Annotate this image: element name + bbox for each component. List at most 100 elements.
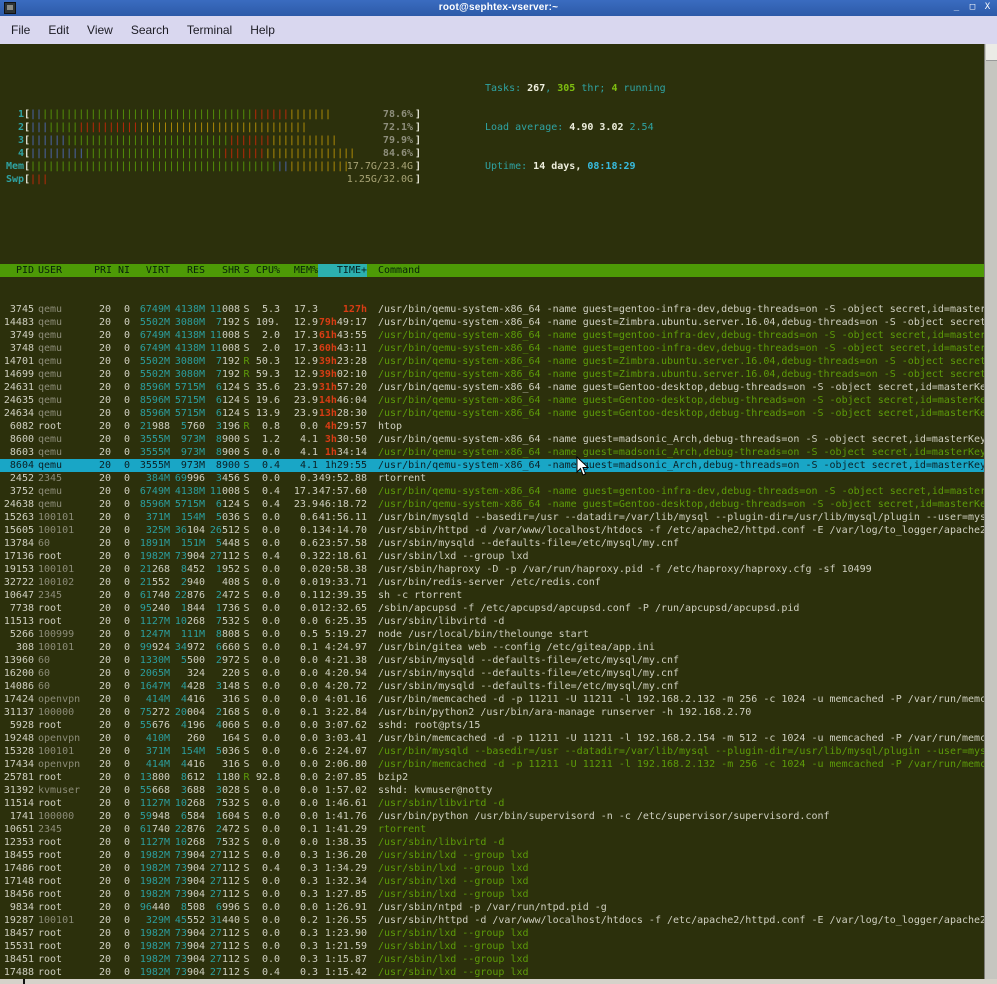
- scrollbar-thumb[interactable]: [986, 44, 997, 61]
- column-header-mem[interactable]: MEM%: [280, 264, 318, 277]
- cell-pid: 12353: [0, 836, 34, 849]
- process-row[interactable]: 10651234520061740228762472S0.00.11:41.29…: [0, 823, 997, 836]
- column-header-ni[interactable]: NI: [111, 264, 130, 277]
- process-row[interactable]: 32722100102200215522940408S0.00.019:33.7…: [0, 576, 997, 589]
- process-row[interactable]: 15531root2001982M7390427112S0.00.31:21.5…: [0, 940, 997, 953]
- column-header-res[interactable]: RES: [170, 264, 205, 277]
- cell-time: 13h28:30: [318, 407, 367, 420]
- process-row[interactable]: 8604qemu2003555M973M8900S0.44.11h29:55/u…: [0, 459, 997, 472]
- process-row[interactable]: 14483qemu2005502M3080M7192S109.12.979h49…: [0, 316, 997, 329]
- cell-res: 73904: [170, 953, 205, 966]
- process-row[interactable]: 18457root2001982M7390427112S0.00.31:23.9…: [0, 927, 997, 940]
- process-row[interactable]: 17486root2001982M7390427112S0.40.31:34.2…: [0, 862, 997, 875]
- column-header-pri[interactable]: PRI: [94, 264, 111, 277]
- cell-pri: 20: [94, 498, 111, 511]
- process-row[interactable]: 10647234520061740228762472S0.00.112:39.3…: [0, 589, 997, 602]
- menu-edit[interactable]: Edit: [39, 20, 78, 40]
- process-row[interactable]: 14701qemu2005502M3080M7192R50.312.939h23…: [0, 355, 997, 368]
- process-row[interactable]: 13960602001330M55002972S0.00.04:21.38/us…: [0, 654, 997, 667]
- cell-shr: 5448: [205, 537, 240, 550]
- process-row[interactable]: 15263100101200371M154M5036S0.00.641:56.1…: [0, 511, 997, 524]
- cell-ni: 0: [111, 407, 130, 420]
- process-row[interactable]: 191531001012002126884521952S0.00.020:58.…: [0, 563, 997, 576]
- process-row[interactable]: 17136root2001982M7390427112S0.40.322:18.…: [0, 550, 997, 563]
- menu-terminal[interactable]: Terminal: [178, 20, 241, 40]
- process-row[interactable]: 18456root2001982M7390427112S0.00.31:27.8…: [0, 888, 997, 901]
- process-row[interactable]: 13784602001891M151M5448S0.00.623:57.58/u…: [0, 537, 997, 550]
- process-row[interactable]: 19287100101200329M4555231440S0.00.21:26.…: [0, 914, 997, 927]
- cell-command: /sbin/apcupsd -f /etc/apcupsd/apcupsd.co…: [378, 602, 997, 615]
- process-row[interactable]: 3752qemu2006749M4138M11008S0.417.347:57.…: [0, 485, 997, 498]
- menu-search[interactable]: Search: [122, 20, 178, 40]
- column-header-time[interactable]: TIME+: [318, 264, 367, 277]
- column-header-user[interactable]: USER: [38, 264, 94, 277]
- cell-time: 127h: [318, 303, 367, 316]
- column-header-virt[interactable]: VIRT: [130, 264, 170, 277]
- process-row[interactable]: 24634qemu2008596M5715M6124S13.923.913h28…: [0, 407, 997, 420]
- process-row[interactable]: 16200602002065M324220S0.00.04:20.94/usr/…: [0, 667, 997, 680]
- terminal-scrollbar[interactable]: [984, 44, 997, 984]
- cell-command: /usr/bin/python /usr/bin/supervisord -n …: [378, 810, 997, 823]
- process-row[interactable]: 11514root2001127M102687532S0.00.01:46.61…: [0, 797, 997, 810]
- process-row[interactable]: 17434openvpn200414M4416316S0.00.02:06.80…: [0, 758, 997, 771]
- column-header-command[interactable]: Command: [378, 264, 997, 277]
- process-row[interactable]: 24522345200384M699963456S0.00.349:52.88r…: [0, 472, 997, 485]
- process-row[interactable]: 15605100101200325M3610426512S0.00.134:14…: [0, 524, 997, 537]
- minimize-button[interactable]: _: [950, 1, 963, 14]
- cell-pri: 20: [94, 810, 111, 823]
- process-row[interactable]: 18455root2001982M7390427112S0.00.31:36.2…: [0, 849, 997, 862]
- process-row[interactable]: 11513root2001127M102687532S0.00.06:25.35…: [0, 615, 997, 628]
- process-row[interactable]: 25781root2001380086121180R92.80.02:07.85…: [0, 771, 997, 784]
- process-row[interactable]: 18451root2001982M7390427112S0.00.31:15.8…: [0, 953, 997, 966]
- process-row[interactable]: 17411000002005994865841604S0.00.01:41.76…: [0, 810, 997, 823]
- process-row[interactable]: 15328100101200371M154M5036S0.00.62:24.07…: [0, 745, 997, 758]
- process-row[interactable]: 6082root2002198857603196R0.80.04h29:57ht…: [0, 420, 997, 433]
- process-row[interactable]: 30810010120099924349726660S0.00.14:24.97…: [0, 641, 997, 654]
- process-row[interactable]: 24635qemu2008596M5715M6124S19.623.914h46…: [0, 394, 997, 407]
- cell-command: /usr/sbin/lxd --group lxd: [378, 862, 997, 875]
- process-row[interactable]: 3748qemu2006749M4138M11008S2.017.360h43:…: [0, 342, 997, 355]
- cell-pid: 18456: [0, 888, 34, 901]
- process-row[interactable]: 3749qemu2006749M4138M11008S2.017.361h43:…: [0, 329, 997, 342]
- column-header-cpu[interactable]: CPU%: [253, 264, 280, 277]
- process-row[interactable]: 17488root2001982M7390427112S0.40.31:15.4…: [0, 966, 997, 979]
- process-row[interactable]: 31392kvmuser2005566836883028S0.00.01:57.…: [0, 784, 997, 797]
- column-header-s[interactable]: S: [240, 264, 253, 277]
- cell-cpu: 0.0: [253, 875, 280, 888]
- cell-pid: 1741: [0, 810, 34, 823]
- cell-res: 4416: [170, 758, 205, 771]
- process-row[interactable]: 3113710000020075272200042168S0.00.13:22.…: [0, 706, 997, 719]
- cell-time: 1h34:14: [318, 446, 367, 459]
- process-row[interactable]: 3745qemu2006749M4138M11008S5.317.3127h/u…: [0, 303, 997, 316]
- cell-state: S: [240, 407, 253, 420]
- process-row[interactable]: 52661009992001247M111M8808S0.00.55:19.27…: [0, 628, 997, 641]
- process-row[interactable]: 7738root2009524018441736S0.00.012:32.65/…: [0, 602, 997, 615]
- menu-bar: File Edit View Search Terminal Help: [0, 16, 997, 44]
- maximize-button[interactable]: □: [966, 1, 979, 14]
- process-row[interactable]: 12353root2001127M102687532S0.00.01:38.35…: [0, 836, 997, 849]
- process-row[interactable]: 17148root2001982M7390427112S0.00.31:32.3…: [0, 875, 997, 888]
- cell-ni: 0: [111, 472, 130, 485]
- process-row[interactable]: 9834root2009644085086996S0.00.01:26.91/u…: [0, 901, 997, 914]
- menu-file[interactable]: File: [2, 20, 39, 40]
- menu-view[interactable]: View: [78, 20, 122, 40]
- process-row[interactable]: 5928root2005567641964060S0.00.03:07.62ss…: [0, 719, 997, 732]
- cell-pid: 15531: [0, 940, 34, 953]
- cell-time: 2:06.80: [318, 758, 367, 771]
- process-row[interactable]: 14086602001647M44283148S0.00.04:20.72/us…: [0, 680, 997, 693]
- column-header-shr[interactable]: SHR: [205, 264, 240, 277]
- title-bar[interactable]: root@sephtex-vserver:~ _ □ X: [0, 0, 997, 16]
- process-row[interactable]: 8603qemu2003555M973M8900S0.04.11h34:14/u…: [0, 446, 997, 459]
- column-header-pid[interactable]: PID: [0, 264, 34, 277]
- process-row[interactable]: 19248openvpn200410M260164S0.00.03:03.41/…: [0, 732, 997, 745]
- cell-time: 1:46.61: [318, 797, 367, 810]
- menu-help[interactable]: Help: [241, 20, 284, 40]
- cell-pid: 10647: [0, 589, 34, 602]
- process-row[interactable]: 17424openvpn200414M4416316S0.00.04:01.16…: [0, 693, 997, 706]
- process-row[interactable]: 24631qemu2008596M5715M6124S35.623.931h57…: [0, 381, 997, 394]
- process-row[interactable]: 14699qemu2005502M3080M7192R59.312.939h02…: [0, 368, 997, 381]
- process-row[interactable]: 24638qemu2008596M5715M6124S0.423.946:18.…: [0, 498, 997, 511]
- process-row[interactable]: 8600qemu2003555M973M8900S1.24.13h30:50/u…: [0, 433, 997, 446]
- cell-mem: 0.3: [280, 472, 318, 485]
- close-button[interactable]: X: [981, 1, 994, 14]
